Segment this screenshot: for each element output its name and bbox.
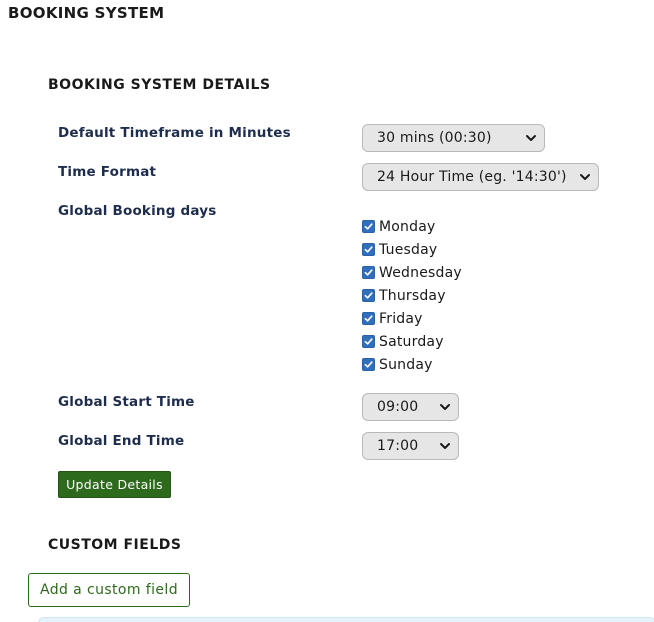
chevron-down-icon <box>526 135 536 141</box>
section-heading-details: BOOKING SYSTEM DETAILS <box>48 77 271 93</box>
day-label: Friday <box>379 310 423 327</box>
booking-system-page: BOOKING SYSTEM BOOKING SYSTEM DETAILS De… <box>0 0 654 622</box>
day-label: Tuesday <box>379 241 438 258</box>
day-label: Saturday <box>379 333 444 350</box>
day-option-saturday[interactable]: Saturday <box>362 330 462 353</box>
day-checkbox-tuesday[interactable] <box>362 243 375 256</box>
info-panel <box>38 617 654 622</box>
check-icon <box>364 361 373 368</box>
add-custom-field-button[interactable]: Add a custom field <box>28 573 190 607</box>
time-format-label: Time Format <box>58 164 157 180</box>
day-label: Wednesday <box>379 264 462 281</box>
check-icon <box>364 292 373 299</box>
day-option-thursday[interactable]: Thursday <box>362 284 462 307</box>
check-icon <box>364 315 373 322</box>
day-option-sunday[interactable]: Sunday <box>362 353 462 376</box>
chevron-down-icon <box>440 404 450 410</box>
day-checkbox-monday[interactable] <box>362 220 375 233</box>
day-option-friday[interactable]: Friday <box>362 307 462 330</box>
check-icon <box>364 246 373 253</box>
page-title: BOOKING SYSTEM <box>8 4 165 22</box>
end-time-select-value: 17:00 <box>377 438 419 454</box>
day-option-wednesday[interactable]: Wednesday <box>362 261 462 284</box>
booking-days-label: Global Booking days <box>58 203 217 219</box>
chevron-down-icon <box>440 443 450 449</box>
booking-days-list: Monday Tuesday Wednesday Thursday Friday <box>362 215 462 376</box>
chevron-down-icon <box>580 174 590 180</box>
update-details-button[interactable]: Update Details <box>58 471 171 498</box>
timeframe-select[interactable]: 30 mins (00:30) <box>362 124 545 152</box>
day-option-tuesday[interactable]: Tuesday <box>362 238 462 261</box>
end-time-select[interactable]: 17:00 <box>362 432 459 460</box>
timeframe-label: Default Timeframe in Minutes <box>58 125 291 141</box>
start-time-select-value: 09:00 <box>377 399 419 415</box>
check-icon <box>364 338 373 345</box>
time-format-select-value: 24 Hour Time (eg. '14:30') <box>377 169 567 185</box>
day-checkbox-sunday[interactable] <box>362 358 375 371</box>
day-checkbox-saturday[interactable] <box>362 335 375 348</box>
time-format-select[interactable]: 24 Hour Time (eg. '14:30') <box>362 163 599 191</box>
day-checkbox-wednesday[interactable] <box>362 266 375 279</box>
start-time-label: Global Start Time <box>58 394 195 410</box>
check-icon <box>364 223 373 230</box>
day-checkbox-thursday[interactable] <box>362 289 375 302</box>
day-option-monday[interactable]: Monday <box>362 215 462 238</box>
day-label: Monday <box>379 218 436 235</box>
day-checkbox-friday[interactable] <box>362 312 375 325</box>
day-label: Thursday <box>379 287 446 304</box>
section-heading-custom-fields: CUSTOM FIELDS <box>48 537 182 553</box>
timeframe-select-value: 30 mins (00:30) <box>377 130 492 146</box>
day-label: Sunday <box>379 356 433 373</box>
check-icon <box>364 269 373 276</box>
end-time-label: Global End Time <box>58 433 185 449</box>
start-time-select[interactable]: 09:00 <box>362 393 459 421</box>
